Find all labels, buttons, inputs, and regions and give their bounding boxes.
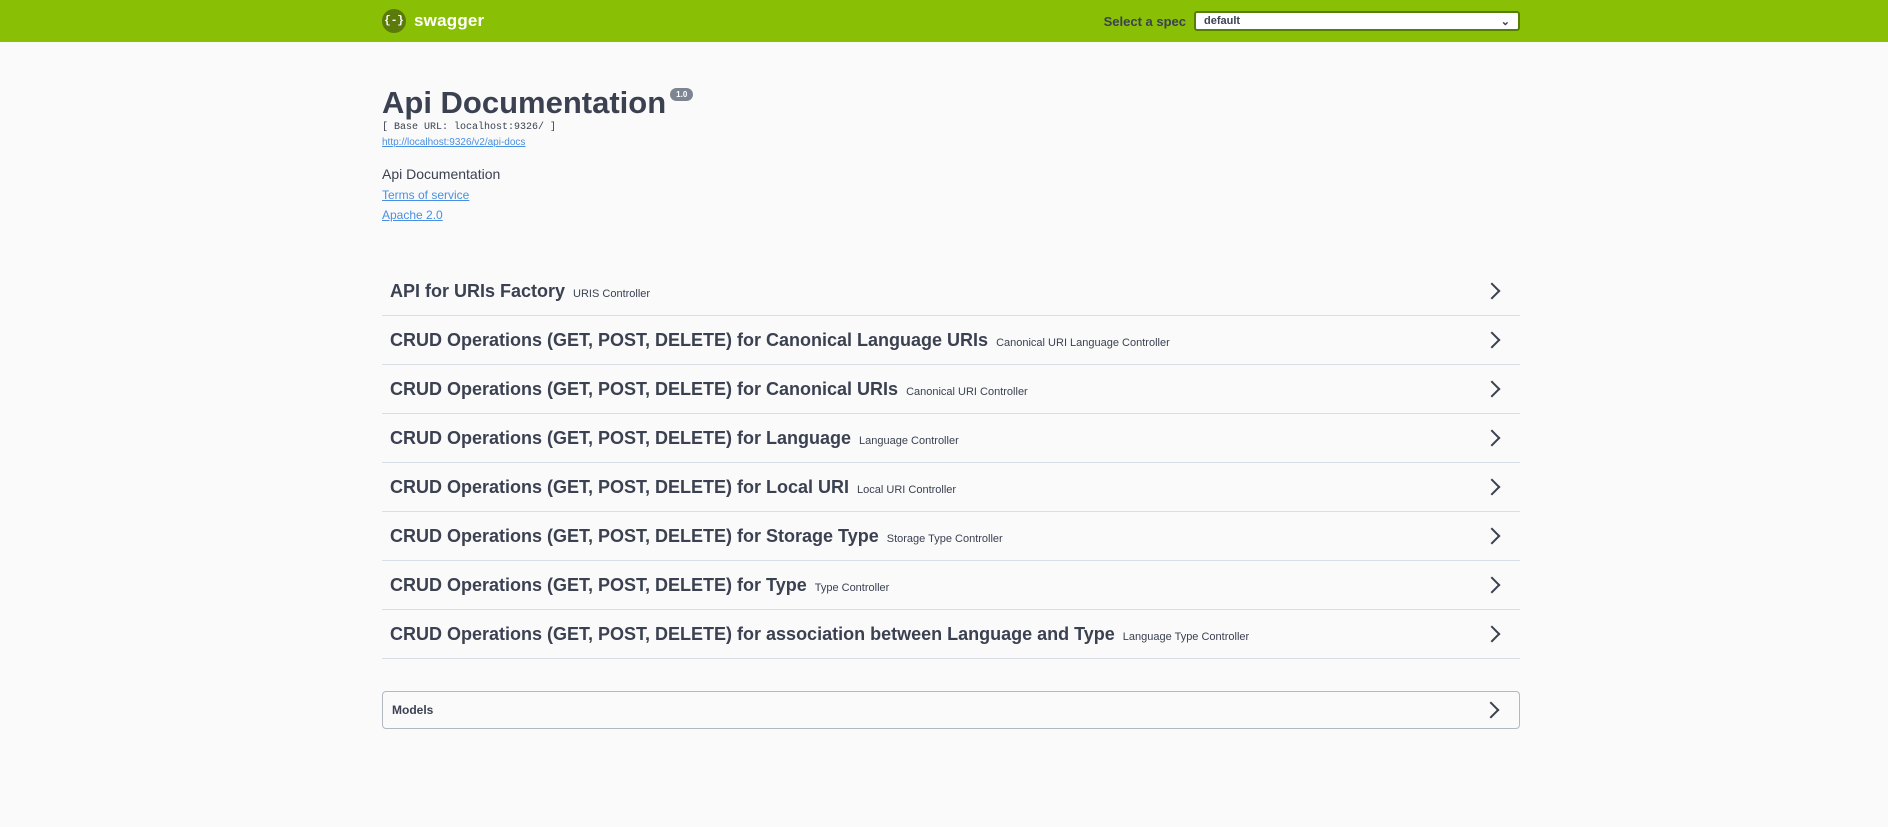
tag-row[interactable]: CRUD Operations (GET, POST, DELETE) for … <box>382 610 1520 659</box>
chevron-right-icon <box>1483 527 1501 545</box>
tag-description: Local URI Controller <box>857 483 957 496</box>
spec-selector: Select a spec default ⌄ <box>1104 11 1520 31</box>
chevron-down-icon: ⌄ <box>1500 15 1510 28</box>
tag-name: CRUD Operations (GET, POST, DELETE) for … <box>390 525 879 546</box>
base-url: [ Base URL: localhost:9326/ ] <box>382 122 557 133</box>
page-title: Api Documentation <box>382 85 667 120</box>
chevron-right-icon <box>1483 282 1501 300</box>
topbar: {-} swagger Select a spec default ⌄ <box>0 0 1888 42</box>
spec-select-value: default <box>1204 15 1241 27</box>
models-label: Models <box>392 703 434 717</box>
tag-description: URIS Controller <box>573 287 651 300</box>
tag-row[interactable]: CRUD Operations (GET, POST, DELETE) for … <box>382 365 1520 414</box>
tag-name: CRUD Operations (GET, POST, DELETE) for … <box>390 427 852 448</box>
tag-row[interactable]: CRUD Operations (GET, POST, DELETE) for … <box>382 414 1520 463</box>
tag-description: Type Controller <box>814 581 890 594</box>
terms-of-service-link[interactable]: Terms of service <box>382 188 1520 202</box>
swagger-logo-icon: {-} <box>382 9 406 33</box>
tag-name: CRUD Operations (GET, POST, DELETE) for … <box>390 574 807 595</box>
swagger-logo-text: swagger <box>414 11 485 30</box>
tag-description: Canonical URI Controller <box>906 385 1028 398</box>
api-docs-link[interactable]: http://localhost:9326/v2/api-docs <box>382 137 1520 148</box>
spec-label: Select a spec <box>1103 13 1186 29</box>
tag-row[interactable]: CRUD Operations (GET, POST, DELETE) for … <box>382 316 1520 365</box>
models-section[interactable]: Models <box>382 691 1520 729</box>
tag-list: API for URIs Factory URIS Controller CRU… <box>382 267 1520 659</box>
chevron-right-icon <box>1483 429 1501 447</box>
tag-description: Canonical URI Language Controller <box>996 336 1170 349</box>
version-badge: 1.0 <box>670 88 694 101</box>
tag-name: CRUD Operations (GET, POST, DELETE) for … <box>390 476 850 497</box>
spec-select[interactable]: default ⌄ <box>1194 11 1520 31</box>
tag-description: Language Type Controller <box>1122 630 1250 643</box>
tag-row[interactable]: CRUD Operations (GET, POST, DELETE) for … <box>382 561 1520 610</box>
license-link[interactable]: Apache 2.0 <box>382 208 1520 222</box>
chevron-right-icon <box>1483 576 1501 594</box>
tag-row[interactable]: API for URIs Factory URIS Controller <box>382 267 1520 316</box>
chevron-right-icon <box>1483 478 1501 496</box>
chevron-right-icon <box>1483 625 1501 643</box>
api-info: Api Documentation 1.0 [ Base URL: localh… <box>382 84 1520 222</box>
chevron-right-icon <box>1483 331 1501 349</box>
chevron-right-icon <box>1482 701 1500 719</box>
tag-row[interactable]: CRUD Operations (GET, POST, DELETE) for … <box>382 512 1520 561</box>
tag-name: API for URIs Factory <box>390 280 566 301</box>
swagger-logo[interactable]: {-} swagger <box>382 9 484 33</box>
tag-row[interactable]: CRUD Operations (GET, POST, DELETE) for … <box>382 463 1520 512</box>
tag-description: Language Controller <box>859 434 959 447</box>
tag-name: CRUD Operations (GET, POST, DELETE) for … <box>390 329 989 350</box>
tag-name: CRUD Operations (GET, POST, DELETE) for … <box>390 378 899 399</box>
tag-description: Storage Type Controller <box>886 532 1003 545</box>
chevron-right-icon <box>1483 380 1501 398</box>
tag-name: CRUD Operations (GET, POST, DELETE) for … <box>390 623 1115 644</box>
api-description: Api Documentation <box>382 166 501 182</box>
